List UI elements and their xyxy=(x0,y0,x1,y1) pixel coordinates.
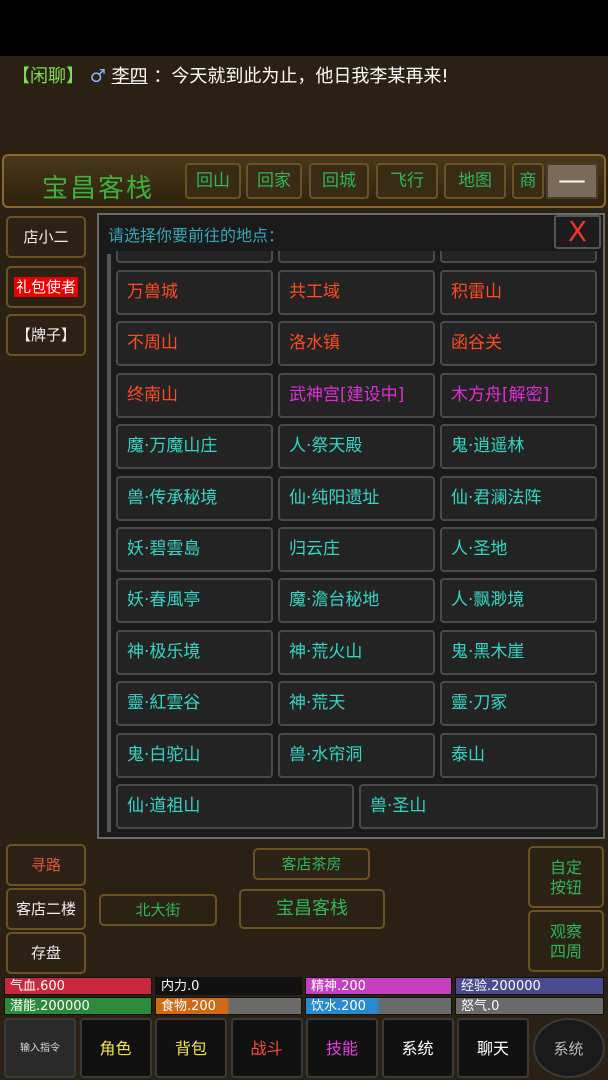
location-cell[interactable]: 魔·万魔山庄 xyxy=(116,424,273,469)
location-cell[interactable]: 神·荒火山 xyxy=(278,630,435,675)
chat-speaker[interactable]: 李四 xyxy=(112,66,148,87)
battle-tab[interactable]: 战斗 xyxy=(230,1018,303,1078)
npc-gift-envoy-label: 礼包使者 xyxy=(13,277,78,297)
location-cell[interactable]: 木方舟[解密] xyxy=(440,373,597,418)
location-cell[interactable]: 泰山 xyxy=(440,733,597,778)
location-cell[interactable]: 兽·水帘洞 xyxy=(278,733,435,778)
stat-bar: 怒气.0 xyxy=(455,997,604,1015)
location-cell[interactable]: 归云庄 xyxy=(278,527,435,572)
location-cell[interactable]: 武神宫[建设中] xyxy=(278,373,435,418)
location-cell[interactable]: 鬼·白驼山 xyxy=(116,733,273,778)
location-cell[interactable]: 魔·澹台秘地 xyxy=(278,578,435,623)
location-cell[interactable]: 兽·传承秘境 xyxy=(116,476,273,521)
location-cell[interactable]: 妖·春風亭 xyxy=(116,578,273,623)
location-cell[interactable]: 不周山 xyxy=(116,321,273,366)
exit-west-button[interactable]: 北大街 xyxy=(99,894,217,926)
stat-bar: 食物.200 xyxy=(155,997,302,1015)
location-cell[interactable]: 靈·紅雲谷 xyxy=(116,681,273,726)
location-cell[interactable]: 终南山 xyxy=(116,373,273,418)
settings-gear-icon[interactable]: 系统 xyxy=(532,1018,605,1078)
location-cell[interactable]: 仙·君澜法阵 xyxy=(440,476,597,521)
location-cell[interactable]: 神·荒天 xyxy=(278,681,435,726)
location-cell[interactable]: 兽·圣山 xyxy=(359,784,598,829)
shop-button[interactable]: 商 xyxy=(512,163,544,199)
exit-north-button[interactable]: 客店茶房 xyxy=(253,848,370,880)
location-cell-partial[interactable] xyxy=(116,251,273,263)
character-tab[interactable]: 角色 xyxy=(79,1018,152,1078)
stat-bar: 气血.600 xyxy=(4,977,152,995)
location-cell[interactable]: 共工域 xyxy=(278,270,435,315)
command-input-button[interactable]: 输入指令 xyxy=(4,1018,76,1078)
location-cell[interactable]: 人·圣地 xyxy=(440,527,597,572)
chat-message: 【闲聊】 ♂ 李四 ：今天就到此为止，他日我李某再来! xyxy=(12,62,449,88)
observe-button-line2: 四周 xyxy=(549,942,582,961)
location-cell[interactable]: 靈·刀冢 xyxy=(440,681,597,726)
custom-button-line1: 自定 xyxy=(549,858,582,877)
custom-button[interactable]: 自定 按钮 xyxy=(528,846,604,908)
location-cell[interactable]: 人·飘渺境 xyxy=(440,578,597,623)
location-cell[interactable]: 函谷关 xyxy=(440,321,597,366)
location-title: 宝昌客栈 xyxy=(42,174,155,204)
location-cell[interactable]: 人·祭天殿 xyxy=(278,424,435,469)
location-cell[interactable]: 洛水镇 xyxy=(278,321,435,366)
location-cell[interactable]: 万兽城 xyxy=(116,270,273,315)
chat-text: ：今天就到此为止，他日我李某再来! xyxy=(153,66,449,87)
dialog-title: 请选择你要前往的地点： xyxy=(108,226,285,245)
stat-bar: 内力.0 xyxy=(155,977,302,995)
map-button[interactable]: 地图 xyxy=(444,163,506,199)
stat-bar: 饮水.200 xyxy=(305,997,452,1015)
observe-button[interactable]: 观察 四周 xyxy=(528,910,604,972)
location-cell[interactable]: 鬼·逍遥林 xyxy=(440,424,597,469)
system-tab[interactable]: 系统 xyxy=(381,1018,454,1078)
return-mountain-button[interactable]: 回山 xyxy=(185,163,241,199)
stat-bar: 精神.200 xyxy=(305,977,452,995)
location-cell[interactable]: 鬼·黑木崖 xyxy=(440,630,597,675)
save-button[interactable]: 存盘 xyxy=(6,932,86,974)
close-icon[interactable]: X xyxy=(554,215,601,249)
chat-channel-tag: 【闲聊】 xyxy=(12,66,84,87)
location-cell[interactable]: 积雷山 xyxy=(440,270,597,315)
location-cell[interactable]: 妖·碧雲島 xyxy=(116,527,273,572)
stat-bar: 经验.200000 xyxy=(455,977,604,995)
location-cell-partial[interactable] xyxy=(278,251,435,263)
backpack-tab[interactable]: 背包 xyxy=(155,1018,227,1078)
return-home-button[interactable]: 回家 xyxy=(246,163,302,199)
chat-tab[interactable]: 聊天 xyxy=(457,1018,529,1078)
pathfind-button[interactable]: 寻路 xyxy=(6,844,86,886)
npc-waiter-button[interactable]: 店小二 xyxy=(6,216,86,258)
return-city-button[interactable]: 回城 xyxy=(309,163,369,199)
custom-button-line2: 按钮 xyxy=(549,878,582,897)
observe-button-line1: 观察 xyxy=(549,922,582,941)
location-cell[interactable]: 仙·道祖山 xyxy=(116,784,354,829)
inn-second-floor-button[interactable]: 客店二楼 xyxy=(6,888,86,930)
stat-bar: 潜能.200000 xyxy=(4,997,152,1015)
male-icon: ♂ xyxy=(89,66,106,87)
top-black-bar xyxy=(0,0,608,56)
sign-item-button[interactable]: 【牌子】 xyxy=(6,314,86,356)
minimize-button[interactable]: — xyxy=(546,163,598,199)
current-room-button[interactable]: 宝昌客栈 xyxy=(239,889,385,929)
location-cell-partial[interactable] xyxy=(440,251,597,263)
location-cell[interactable]: 神·极乐境 xyxy=(116,630,273,675)
fly-button[interactable]: 飞行 xyxy=(376,163,438,199)
dialog-scrollbar[interactable] xyxy=(107,254,111,832)
location-cell[interactable]: 仙·纯阳遗址 xyxy=(278,476,435,521)
skills-tab[interactable]: 技能 xyxy=(306,1018,378,1078)
npc-gift-envoy-button[interactable]: 礼包使者 xyxy=(6,266,86,308)
